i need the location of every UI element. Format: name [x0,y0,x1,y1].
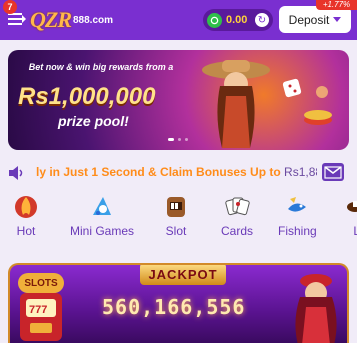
deposit-label: Deposit [288,12,330,27]
announcement-text: ly in Just 1 Second & Claim Bonuses Up t… [36,165,317,179]
top-header: 7 QZR 888.com 0.00 ↻ Deposit +1.77% [0,0,357,40]
flame-icon [12,192,40,220]
category-live[interactable]: Li [344,192,357,238]
category-cards[interactable]: Cards [221,192,253,238]
announcement-bar: ly in Just 1 Second & Claim Bonuses Up t… [0,160,357,186]
category-label: Fishing [278,224,317,238]
balance-display: 0.00 ↻ [203,9,273,31]
mini-games-icon [88,192,116,220]
dice-and-chips-decoration [282,78,332,125]
jackpot-title: JACKPOT [140,265,226,285]
fishing-icon [283,192,311,220]
carousel-indicator[interactable] [168,138,188,141]
category-label: Li [353,224,357,238]
category-label: Mini Games [70,224,135,238]
hero-prize-amount: Rs1,000,000 [18,83,156,110]
hero-banner[interactable]: Bet now & win big rewards from a Rs1,000… [8,50,349,150]
menu-icon [8,13,26,25]
jackpot-amount: 560,166,556 [102,295,246,319]
hero-headline: Bet now & win big rewards from a [28,62,174,72]
announcement-scroller[interactable]: ly in Just 1 Second & Claim Bonuses Up t… [30,160,317,186]
category-fishing[interactable]: Fishing [278,192,317,238]
jackpot-banner[interactable]: JACKPOT 560,166,556 SLOTS 777 [8,263,349,343]
balance-value: 0.00 [226,14,248,26]
refresh-icon[interactable]: ↻ [255,13,269,27]
mail-icon[interactable] [322,163,344,181]
chevron-down-icon [333,16,342,22]
slots-badge: SLOTS [18,273,64,293]
category-label: Cards [221,224,254,238]
cowgirl-illustration [202,60,270,148]
announcement-message: ly in Just 1 Second & Claim Bonuses Up t… [36,165,285,179]
deposit-button[interactable]: Deposit [279,6,351,33]
logo-sub-text: 888.com [73,14,114,26]
notification-badge: 7 [3,0,17,14]
announcement-amount: Rs1,888 [284,165,317,179]
svg-text:777: 777 [29,304,47,316]
promo-percent-tag: +1.77% [316,0,357,10]
playing-cards-icon [223,192,251,220]
category-label: Hot [16,224,36,238]
hostess-illustration [295,274,337,343]
speaker-icon [9,166,23,180]
logo-main-text: QZR [30,7,72,32]
game-category-bar: Hot Mini Games Slot Cards Fishing Li [0,192,357,252]
category-mini-games[interactable]: Mini Games [70,192,134,238]
whatsapp-icon[interactable] [207,12,222,28]
category-slot[interactable]: Slot [162,192,190,238]
slot-machine-illustration: 777 [20,293,62,341]
category-hot[interactable]: Hot [12,192,40,238]
live-casino-icon [344,192,357,220]
hero-prize-label: prize pool! [58,113,129,129]
slot-machine-icon [162,192,190,220]
category-label: Slot [165,224,187,238]
site-logo[interactable]: QZR 888.com [30,7,114,32]
